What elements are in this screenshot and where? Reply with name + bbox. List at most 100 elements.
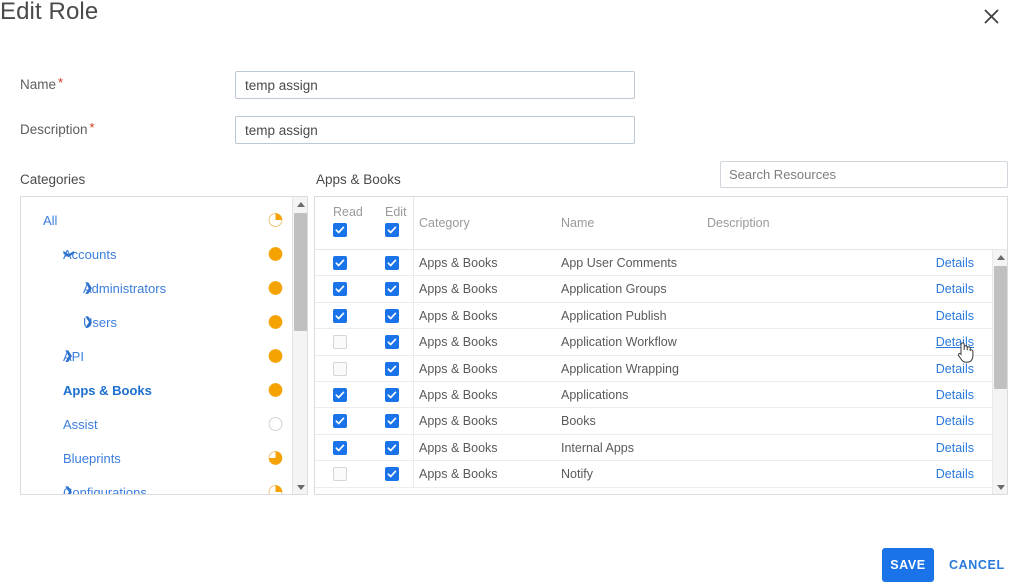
checkbox-checked[interactable] — [385, 387, 399, 402]
row-read-checkbox[interactable] — [333, 361, 347, 376]
permission-pie-icon — [268, 485, 283, 494]
permission-pie-icon — [268, 451, 283, 466]
row-edit-checkbox[interactable] — [385, 414, 399, 429]
checkbox-checked[interactable] — [333, 440, 347, 455]
chevron-right-icon[interactable]: ❯ — [64, 486, 73, 494]
row-read-checkbox[interactable] — [333, 282, 347, 297]
category-item-accounts[interactable]: ❯ Accounts — [21, 237, 293, 271]
category-item-administrators[interactable]: ❯ Administrators — [21, 271, 293, 305]
category-item-all[interactable]: All — [21, 203, 293, 237]
checkbox-checked[interactable] — [385, 414, 399, 429]
checkbox-checked[interactable] — [333, 308, 347, 323]
row-edit-checkbox[interactable] — [385, 387, 399, 402]
scrollbar-thumb[interactable] — [994, 266, 1007, 389]
checkbox-checked[interactable] — [385, 361, 399, 376]
row-edit-checkbox[interactable] — [385, 256, 399, 270]
close-icon[interactable] — [977, 2, 1005, 30]
category-item-label: All — [43, 212, 58, 228]
name-input[interactable] — [235, 71, 635, 99]
details-link[interactable]: Details — [936, 441, 974, 455]
category-item-blueprints[interactable]: Blueprints — [21, 441, 293, 475]
checkbox-checked[interactable] — [385, 467, 399, 482]
row-name: App User Comments — [561, 256, 678, 270]
row-category: Apps & Books — [419, 467, 498, 482]
checkbox-checked[interactable] — [385, 440, 399, 455]
checkbox-checked[interactable] — [385, 308, 399, 323]
details-link[interactable]: Details — [936, 282, 974, 296]
row-read-checkbox[interactable] — [333, 414, 347, 429]
column-divider — [413, 276, 414, 303]
row-read-checkbox[interactable] — [333, 387, 347, 402]
details-link[interactable]: Details — [936, 414, 974, 428]
details-link[interactable]: Details — [936, 335, 974, 349]
row-read-checkbox[interactable] — [333, 467, 347, 482]
checkbox-checked[interactable] — [333, 387, 347, 402]
cancel-button[interactable]: CANCEL — [949, 548, 1005, 582]
checkbox-checked[interactable] — [333, 256, 347, 270]
category-item-apps-books[interactable]: Apps & Books — [21, 373, 293, 407]
row-edit-checkbox[interactable] — [385, 308, 399, 323]
categories-scrollbar[interactable] — [292, 197, 307, 494]
search-input[interactable] — [720, 161, 1008, 188]
row-read-checkbox[interactable] — [333, 335, 347, 350]
checkbox-checked[interactable] — [333, 282, 347, 297]
scroll-up-icon[interactable] — [293, 197, 307, 211]
details-link[interactable]: Details — [936, 309, 974, 323]
details-link[interactable]: Details — [936, 362, 974, 376]
name-label: Name * — [20, 75, 64, 92]
edit-role-dialog: Edit Role Name* Description* Categories … — [0, 0, 1013, 585]
checkbox-checked[interactable] — [385, 282, 399, 297]
row-edit-checkbox[interactable] — [385, 361, 399, 376]
row-read-checkbox[interactable] — [333, 308, 347, 323]
chevron-right-icon[interactable]: ❯ — [84, 316, 93, 328]
category-item-label: Configurations — [63, 484, 147, 495]
row-details-cell: Details — [936, 408, 974, 434]
row-edit-checkbox[interactable] — [385, 440, 399, 455]
category-item-assist[interactable]: Assist — [21, 407, 293, 441]
category-item-users[interactable]: ❯ Users — [21, 305, 293, 339]
permission-pie-icon — [268, 315, 283, 330]
checkbox-unchecked[interactable] — [333, 361, 347, 376]
table-row: Apps & Books Applications Details — [315, 381, 992, 409]
save-button[interactable]: SAVE — [882, 548, 934, 582]
row-details-cell: Details — [936, 250, 974, 276]
required-asterisk: * — [58, 75, 64, 90]
resources-table-panel: Read Edit Category Name Description Apps… — [314, 196, 1008, 495]
column-divider — [413, 329, 414, 356]
row-name: Application Groups — [561, 282, 667, 297]
row-read-checkbox[interactable] — [333, 440, 347, 455]
scroll-down-icon[interactable] — [993, 480, 1007, 494]
row-name: Notify — [561, 467, 593, 482]
description-input[interactable] — [235, 116, 635, 144]
checkbox-checked[interactable] — [385, 223, 399, 237]
checkbox-checked[interactable] — [385, 335, 399, 350]
scroll-down-icon[interactable] — [293, 480, 307, 494]
category-item-api[interactable]: ❯ API — [21, 339, 293, 373]
row-edit-checkbox[interactable] — [385, 335, 399, 350]
row-details-cell: Details — [936, 382, 974, 408]
row-edit-checkbox[interactable] — [385, 282, 399, 297]
checkbox-unchecked[interactable] — [333, 467, 347, 482]
select-all-edit-checkbox[interactable] — [385, 223, 399, 237]
page-title: Edit Role — [0, 0, 99, 25]
scrollbar-thumb[interactable] — [294, 213, 307, 331]
row-read-checkbox[interactable] — [333, 256, 347, 270]
categories-heading: Categories — [20, 172, 86, 187]
details-link[interactable]: Details — [936, 467, 974, 481]
chevron-down-icon[interactable]: ❯ — [63, 250, 74, 258]
select-all-read-checkbox[interactable] — [333, 223, 347, 237]
category-item-configurations[interactable]: ❯ Configurations — [21, 475, 293, 495]
checkbox-checked[interactable] — [333, 223, 347, 237]
checkbox-checked[interactable] — [333, 414, 347, 429]
chevron-right-icon[interactable]: ❯ — [64, 350, 73, 362]
scroll-up-icon[interactable] — [993, 250, 1007, 264]
details-link[interactable]: Details — [936, 388, 974, 402]
category-item-label: Administrators — [83, 280, 167, 296]
details-link[interactable]: Details — [936, 256, 974, 270]
checkbox-unchecked[interactable] — [333, 335, 347, 350]
table-scrollbar[interactable] — [992, 250, 1007, 494]
chevron-right-icon[interactable]: ❯ — [84, 282, 93, 294]
row-edit-checkbox[interactable] — [385, 467, 399, 482]
checkbox-checked[interactable] — [385, 256, 399, 270]
category-item-label: Assist — [63, 416, 98, 432]
